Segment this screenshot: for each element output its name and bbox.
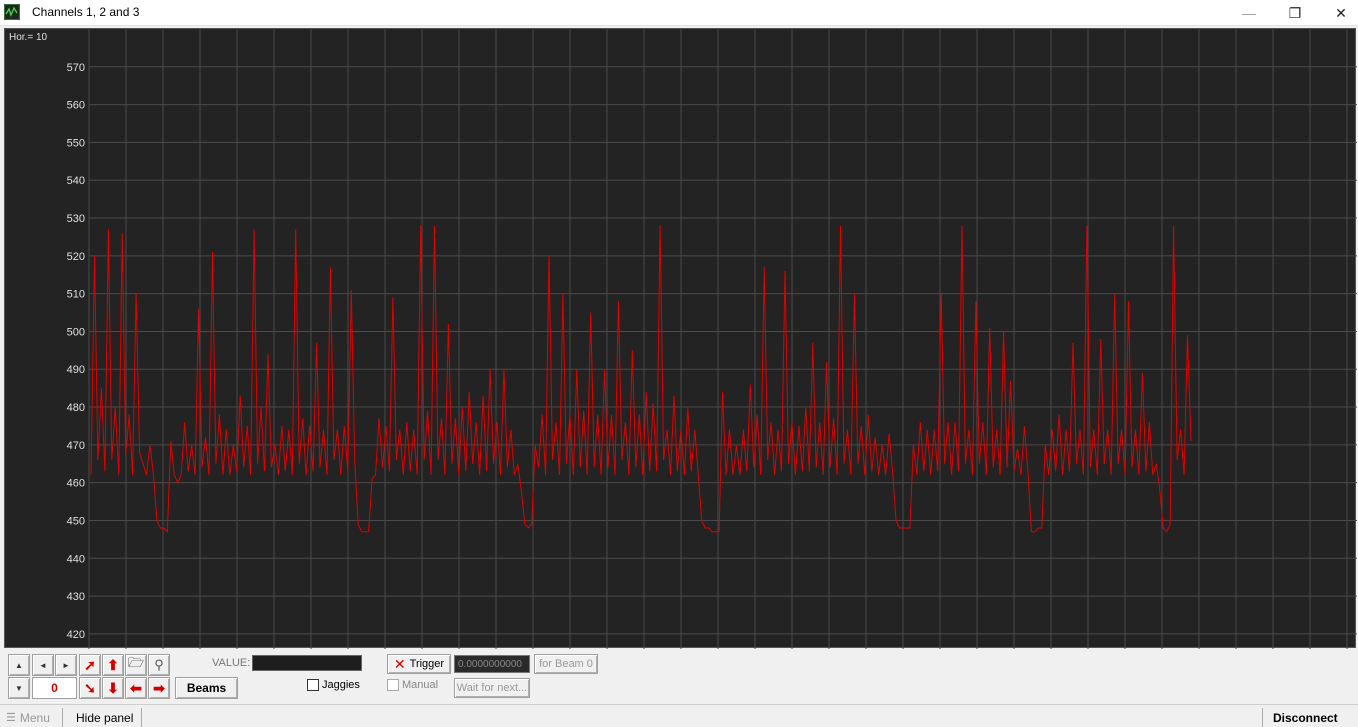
minimize-button[interactable]: — bbox=[1226, 0, 1272, 26]
y-tick-label: 490 bbox=[67, 364, 85, 376]
for-beam-button[interactable]: for Beam 0 bbox=[534, 654, 598, 674]
beams-button[interactable]: Beams bbox=[175, 677, 238, 699]
hor-scale-label: Hor.= 10 bbox=[9, 32, 48, 43]
x-icon: ✕ bbox=[393, 655, 406, 672]
y-tick-label: 450 bbox=[67, 515, 85, 527]
y-tick-label: 530 bbox=[67, 213, 85, 225]
y-tick-label: 510 bbox=[67, 289, 85, 301]
scroll-left-button[interactable]: ◄ bbox=[32, 654, 54, 676]
title-bar: Channels 1, 2 and 3 — ❐ ✕ bbox=[0, 0, 1358, 26]
y-tick-label: 480 bbox=[67, 402, 85, 414]
trigger-button[interactable]: ✕ Trigger bbox=[387, 654, 451, 674]
jaggies-checkbox[interactable]: Jaggies bbox=[307, 679, 360, 691]
y-tick-label: 500 bbox=[67, 326, 85, 338]
plot-canvas: 570 560 550 540 530 520 510 500 490 480 470 460 450 4… bbox=[67, 29, 1357, 649]
signal-trace bbox=[90, 225, 1192, 534]
y-tick-label: 520 bbox=[67, 251, 85, 263]
arrow-left-icon: ⬅ bbox=[130, 679, 142, 696]
left-button[interactable]: ⬅ bbox=[125, 677, 147, 699]
hide-panel-button[interactable]: Hide panel bbox=[62, 708, 143, 727]
open-folder-button[interactable]: 🗁 bbox=[125, 654, 147, 676]
window-title: Channels 1, 2 and 3 bbox=[32, 5, 140, 19]
menu-icon: ☰ bbox=[6, 712, 16, 724]
folder-icon: 🗁 bbox=[127, 655, 145, 670]
magnifier-icon: ⚲ bbox=[154, 657, 164, 672]
oscilloscope-app-icon bbox=[4, 4, 20, 20]
arrow-down-left-icon: ➘ bbox=[84, 679, 96, 696]
jaggies-label: Jaggies bbox=[322, 679, 360, 691]
manual-label: Manual bbox=[402, 679, 439, 691]
maximize-icon: ❐ bbox=[1288, 4, 1302, 21]
y-tick-label: 550 bbox=[67, 137, 85, 149]
scroll-down-button[interactable]: ▼ bbox=[8, 677, 30, 699]
oscilloscope-plot[interactable]: 570 560 550 540 530 520 510 500 490 480 470 460 450 4… bbox=[4, 28, 1357, 649]
close-button[interactable]: ✕ bbox=[1318, 0, 1358, 26]
arrow-up-right-icon: ➚ bbox=[84, 656, 96, 673]
status-bar: ☰ Menu Hide panel Disconnect bbox=[0, 704, 1358, 727]
scroll-right-button[interactable]: ► bbox=[55, 654, 77, 676]
y-tick-label: 440 bbox=[67, 553, 85, 565]
manual-checkbox-box[interactable] bbox=[387, 679, 399, 691]
arrow-up-icon: ⬆ bbox=[107, 656, 119, 673]
arrow-right-icon: ➡ bbox=[153, 679, 165, 696]
control-panel: ▲ ▼ ◄ ► 0 ➚ ⬆ 🗁 ⚲ ➘ ⬇ ⬅ ➡ Beams VALUE: J… bbox=[0, 650, 1358, 702]
beam-counter[interactable]: 0 bbox=[32, 677, 77, 699]
diag-up-right-button[interactable]: ➚ bbox=[79, 654, 101, 676]
zoom-button[interactable]: ⚲ bbox=[148, 654, 170, 676]
y-tick-label: 560 bbox=[67, 100, 85, 112]
down-button[interactable]: ⬇ bbox=[102, 677, 124, 699]
trigger-value-field[interactable]: 0.0000000000 bbox=[454, 655, 530, 673]
y-tick-label: 420 bbox=[67, 629, 85, 641]
menu-button[interactable]: ☰ Menu bbox=[6, 708, 50, 727]
maximize-button[interactable]: ❐ bbox=[1272, 0, 1318, 26]
y-tick-label: 460 bbox=[67, 478, 85, 490]
y-tick-label: 540 bbox=[67, 175, 85, 187]
disconnect-button[interactable]: Disconnect bbox=[1262, 708, 1338, 727]
menu-label: Menu bbox=[19, 710, 50, 725]
y-tick-label: 570 bbox=[67, 62, 85, 74]
wait-for-next-button[interactable]: Wait for next... bbox=[454, 678, 530, 698]
jaggies-checkbox-box[interactable] bbox=[307, 679, 319, 691]
minimize-icon: — bbox=[1242, 5, 1256, 21]
close-icon: ✕ bbox=[1335, 4, 1347, 21]
right-button[interactable]: ➡ bbox=[148, 677, 170, 699]
value-label: VALUE: bbox=[212, 657, 251, 669]
manual-checkbox[interactable]: Manual bbox=[387, 679, 438, 691]
y-tick-label: 430 bbox=[67, 591, 85, 603]
diag-down-left-button[interactable]: ➘ bbox=[79, 677, 101, 699]
trigger-label: Trigger bbox=[409, 658, 445, 670]
scroll-up-button[interactable]: ▲ bbox=[8, 654, 30, 676]
y-tick-label: 470 bbox=[67, 440, 85, 452]
up-button[interactable]: ⬆ bbox=[102, 654, 124, 676]
arrow-down-icon: ⬇ bbox=[107, 679, 119, 696]
value-display bbox=[252, 655, 362, 671]
